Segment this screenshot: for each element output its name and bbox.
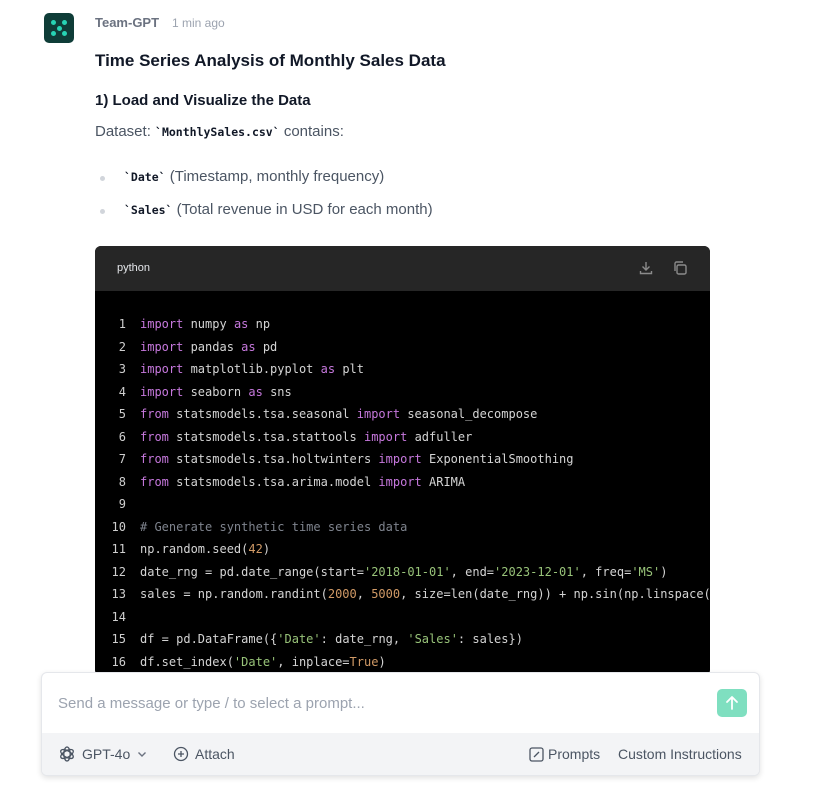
code-line: 10 # Generate synthetic time series data	[95, 516, 408, 538]
code-language-label: python	[117, 262, 151, 274]
custom-instructions-button[interactable]: Custom Instructions	[618, 746, 742, 762]
code-line: 7 from statsmodels.tsa.holtwinters import…	[95, 448, 574, 470]
code-line: 4 import seaborn as sns	[95, 381, 292, 403]
code-block-header: python	[95, 246, 710, 291]
openai-icon	[60, 746, 74, 762]
code-line: 11 np.random.seed(42)	[95, 538, 271, 560]
line-number: 5	[118, 407, 126, 421]
bullet-code: `Sales`	[124, 203, 173, 217]
list-item: `Date` (Timestamp, monthly frequency)	[100, 168, 384, 185]
line-number: 1	[118, 317, 126, 331]
prompt-icon	[529, 747, 544, 762]
prompts-label: Prompts	[548, 746, 601, 762]
dataset-prefix: Dataset:	[95, 123, 156, 140]
code-text: import pandas as pd	[140, 339, 278, 354]
code-line: 3 import matplotlib.pyplot as plt	[95, 358, 364, 380]
chevron-down-icon	[138, 752, 146, 757]
code-text: import matplotlib.pyplot as plt	[140, 362, 364, 376]
line-number: 6	[118, 429, 126, 444]
line-number: 9	[118, 497, 126, 511]
code-text: from statsmodels.tsa.seasonal import sea…	[140, 407, 538, 421]
line-number: 16	[111, 654, 126, 669]
line-number: 8	[118, 474, 126, 489]
plus-circle-icon	[173, 746, 189, 762]
line-number: 3	[118, 362, 126, 376]
prompts-button[interactable]: Prompts	[529, 746, 600, 762]
code-text: from statsmodels.tsa.arima.model import …	[140, 474, 466, 489]
code-content: 1 import numpy as np 2 import pandas as pd 3…	[95, 313, 710, 676]
arrow-up-icon	[726, 696, 738, 710]
code-text: from statsmodels.tsa.stattools import ad…	[140, 429, 473, 444]
attach-label: Attach	[195, 746, 235, 762]
code-text: df = pd.DataFrame({'Date': date_rng, 'Sa…	[140, 632, 523, 646]
bot-avatar	[44, 13, 74, 43]
line-number: 2	[118, 339, 126, 354]
code-block: python 1 import numpy as np 2 import pandas…	[95, 246, 710, 676]
code-text: from statsmodels.tsa.holtwinters import …	[140, 452, 574, 466]
line-number: 15	[111, 632, 126, 646]
line-number: 10	[111, 519, 126, 534]
code-line: 5 from statsmodels.tsa.seasonal import se…	[95, 403, 538, 425]
code-line: 13 sales = np.random.randint(2000, 5000, …	[95, 583, 710, 605]
model-name: GPT-4o	[82, 746, 131, 762]
attach-button[interactable]: Attach	[173, 746, 235, 762]
code-text: import seaborn as sns	[140, 384, 292, 399]
code-line: 8 from statsmodels.tsa.arima.model import…	[95, 471, 465, 493]
bullet-text: (Timestamp, monthly frequency)	[165, 168, 385, 185]
message-input[interactable]: Send a message or type / to select a pro…	[58, 695, 365, 712]
code-line: 15 df = pd.DataFrame({'Date': date_rng, '…	[95, 628, 523, 650]
line-number: 7	[118, 452, 126, 466]
code-text: # Generate synthetic time series data	[140, 519, 408, 534]
model-selector[interactable]: GPT-4o	[58, 746, 146, 762]
code-line: 6 from statsmodels.tsa.stattools import a…	[95, 426, 473, 448]
code-text: np.random.seed(42)	[140, 542, 271, 556]
message-timestamp: 1 min ago	[172, 16, 225, 30]
code-text: import numpy as np	[140, 317, 271, 331]
list-item: `Sales` (Total revenue in USD for each m…	[100, 201, 433, 218]
bullet-dot	[100, 209, 105, 214]
code-line: 2 import pandas as pd	[95, 336, 278, 358]
send-button[interactable]	[717, 689, 747, 717]
line-number: 12	[111, 564, 126, 579]
code-line: 9	[95, 493, 140, 515]
code-line: 16 df.set_index('Date', inplace=True)	[95, 651, 386, 673]
download-icon[interactable]	[638, 260, 654, 276]
section-heading: 1) Load and Visualize the Data	[95, 92, 311, 109]
code-line: 1 import numpy as np	[95, 313, 270, 335]
copy-icon[interactable]	[672, 260, 688, 276]
line-number: 13	[111, 587, 126, 601]
line-number: 11	[111, 542, 126, 556]
composer-toolbar: GPT-4o Attach Prompts Custom Instruction…	[42, 733, 759, 775]
bullet-dot	[100, 176, 105, 181]
line-number: 14	[111, 609, 126, 624]
bullet-text: (Total revenue in USD for each month)	[172, 201, 433, 218]
sender-name: Team-GPT	[95, 15, 160, 30]
code-text: date_rng = pd.date_range(start='2018-01-…	[140, 564, 668, 579]
line-number: 4	[118, 384, 126, 399]
code-text: sales = np.random.randint(2000, 5000, si…	[140, 587, 710, 601]
code-line: 12 date_rng = pd.date_range(start='2018-0…	[95, 561, 668, 583]
dataset-filename: `MonthlySales.csv`	[155, 125, 280, 139]
dataset-paragraph: Dataset: `MonthlySales.csv` contains:	[95, 123, 344, 140]
message-composer: Send a message or type / to select a pro…	[41, 672, 760, 776]
code-line: 14	[95, 606, 140, 628]
code-text: df.set_index('Date', inplace=True)	[140, 654, 386, 669]
bullet-code: `Date`	[124, 170, 166, 184]
dataset-suffix: contains:	[279, 123, 344, 140]
message-title: Time Series Analysis of Monthly Sales Da…	[95, 51, 446, 70]
